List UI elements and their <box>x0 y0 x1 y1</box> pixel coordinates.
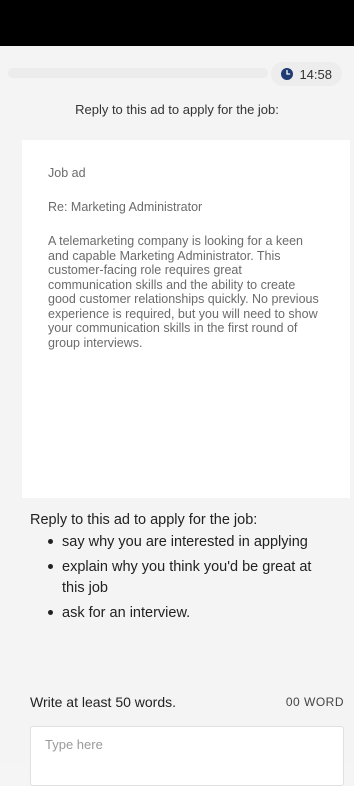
prompt-heading: Reply to this ad to apply for the job: <box>75 102 279 117</box>
timer: 14:58 <box>271 62 342 86</box>
task-bullet-text: say why you are interested in applying <box>62 534 308 550</box>
timer-text: 14:58 <box>299 66 332 82</box>
test-screen: 14:58 Reply to this ad to apply for the … <box>0 46 354 786</box>
bullet-dot <box>48 610 53 615</box>
word-minimum-instruction: Write at least 50 words. <box>30 694 177 710</box>
progress-row: 14:58 <box>0 60 354 88</box>
clock-icon <box>281 68 294 80</box>
task-bullets: say why you are interested in applying e… <box>28 532 348 624</box>
status-bar <box>0 0 354 46</box>
answer-textarea[interactable] <box>30 726 344 786</box>
task-bullet-text: explain why you think you'd be great at … <box>62 559 312 596</box>
word-counter: 00 WORD <box>285 695 344 709</box>
ad-label: Job ad <box>48 166 86 180</box>
bullet-dot <box>48 564 53 569</box>
task-title: Reply to this ad to apply for the job: <box>30 512 258 528</box>
task-bullet: explain why you think you'd be great at … <box>48 557 332 599</box>
job-ad-card: Job ad Re: Marketing Administrator A tel… <box>22 140 350 498</box>
ad-body: A telemarketing company is looking for a… <box>48 234 319 350</box>
task-bullet-text: ask for an interview. <box>62 605 191 621</box>
task-bullet: say why you are interested in applying <box>48 532 332 553</box>
ad-subject: Re: Marketing Administrator <box>48 200 203 214</box>
progress-bar <box>8 68 268 78</box>
bullet-dot <box>48 539 53 544</box>
task-bullet: ask for an interview. <box>48 603 332 624</box>
writing-header: Write at least 50 words. 00 WORD <box>30 694 344 714</box>
task-instructions: Reply to this ad to apply for the job: s… <box>28 512 348 628</box>
